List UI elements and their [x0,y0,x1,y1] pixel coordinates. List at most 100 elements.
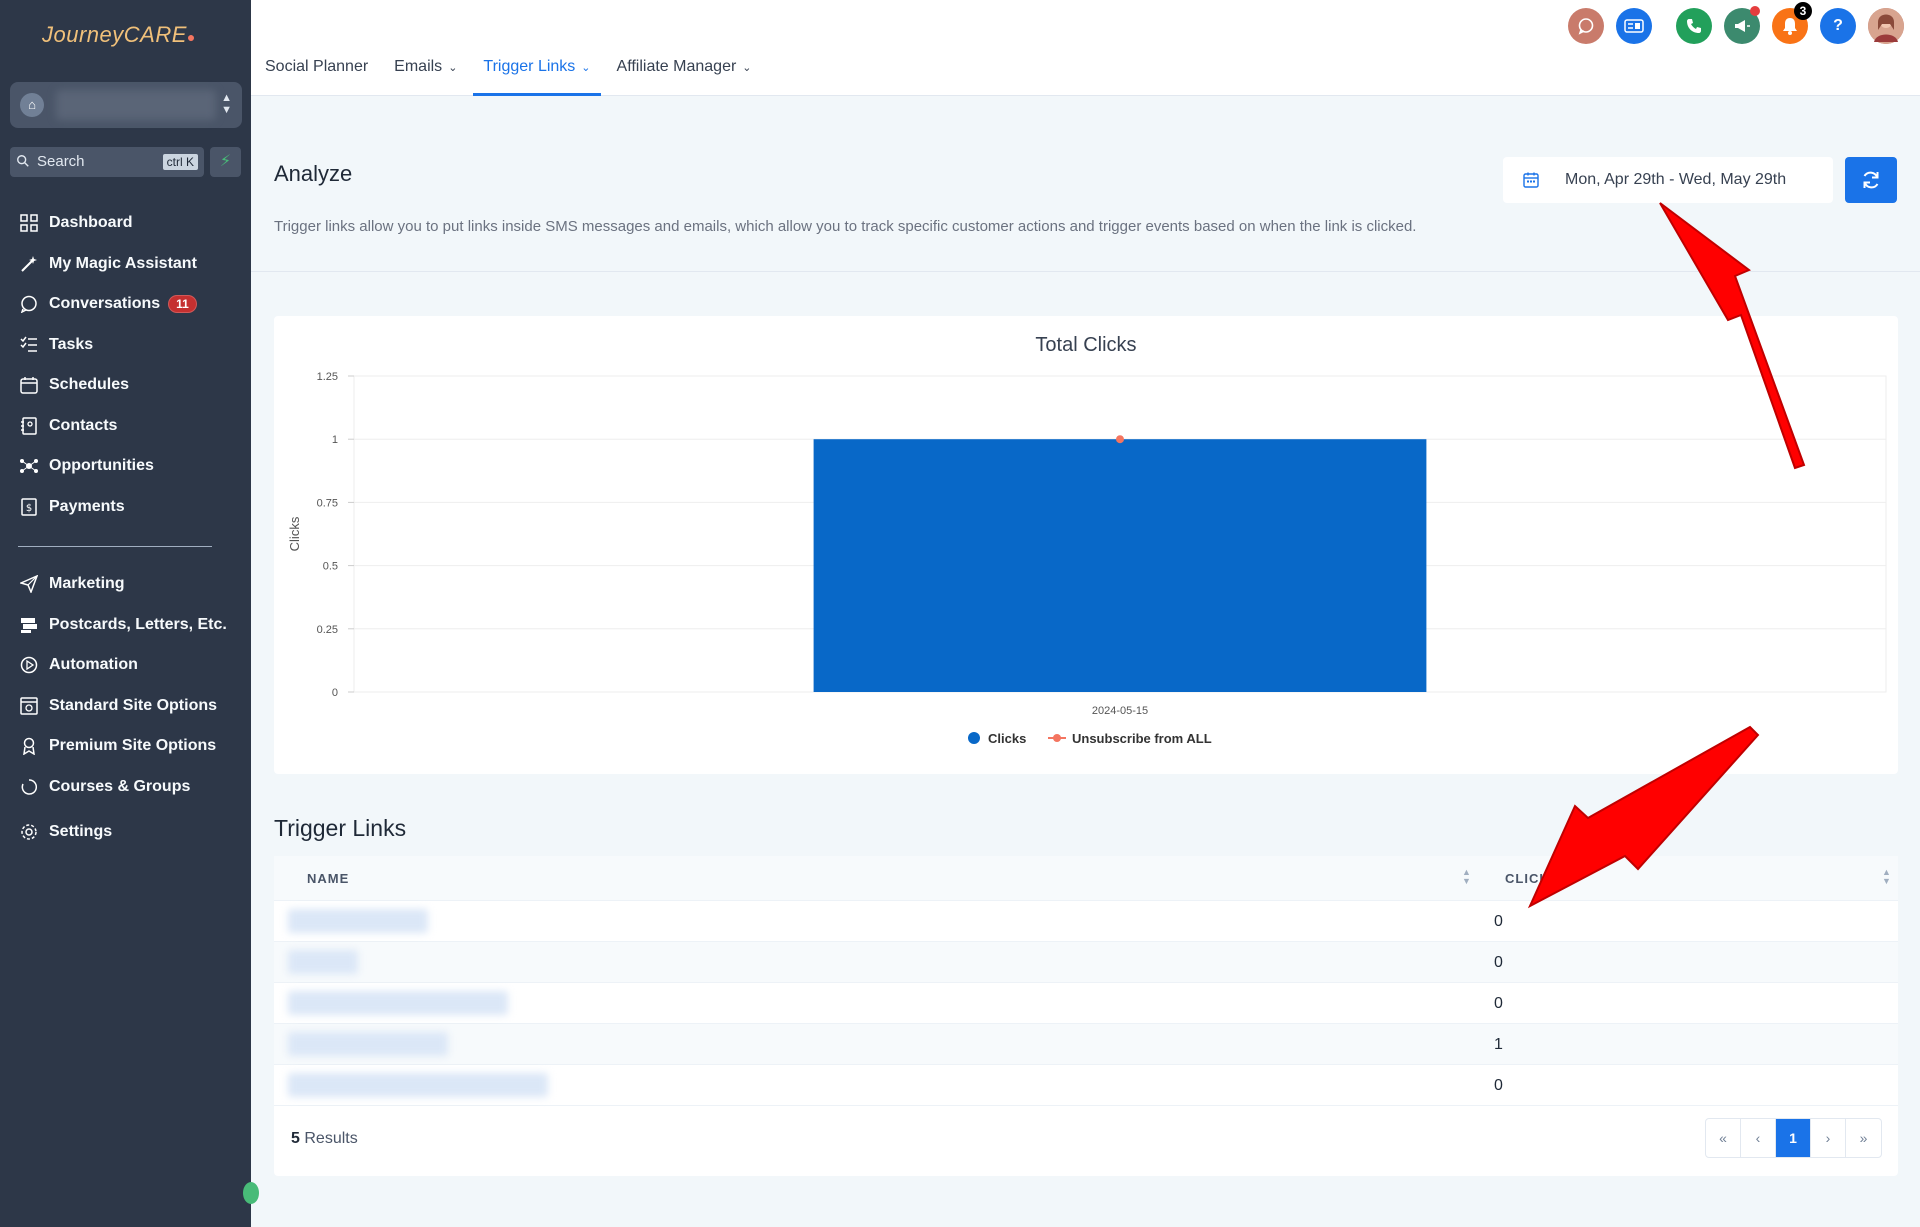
premium-icon [18,735,40,757]
table-row[interactable]: 0 [274,942,1898,983]
legend-marker-clicks [968,732,980,744]
date-range-picker[interactable]: Mon, Apr 29th - Wed, May 29th [1503,157,1833,203]
next-page-button[interactable]: › [1811,1119,1846,1157]
column-header-clicks[interactable]: CLICKS [1505,871,1559,886]
avatar[interactable] [1868,8,1904,44]
megaphone-alert-dot [1750,6,1760,16]
last-page-button[interactable]: » [1846,1119,1881,1157]
link-name-redacted[interactable] [288,950,358,974]
phone-icon[interactable] [1676,8,1712,44]
calendar-icon [18,374,40,396]
payments-icon: $ [18,496,40,518]
chat-bubble-icon[interactable] [1568,8,1604,44]
point-unsubscribe [1116,435,1124,444]
chevron-down-icon: ⌄ [581,62,591,74]
total-clicks-chart: Total Clicks 0 0.25 0.5 0.75 1 1.25 Clicks 2024… [274,316,1898,774]
link-name-redacted[interactable] [288,909,428,933]
bell-icon[interactable]: 3 [1772,2,1812,44]
search-input[interactable]: Search ctrl K [10,147,204,177]
y-tick-label: 0 [332,687,338,699]
search-placeholder: Search [37,153,85,170]
automation-icon [18,654,40,676]
refresh-button[interactable] [1845,157,1897,203]
y-tick-label: 1 [332,434,338,446]
table-row[interactable]: 0 [274,901,1898,942]
sidebar-item-payments[interactable]: $ Payments [18,492,243,522]
y-axis-label: Clicks [287,516,302,551]
site-icon [18,695,40,717]
column-header-name[interactable]: NAME [307,871,349,886]
sidebar-item-courses[interactable]: Courses & Groups [18,772,243,802]
clicks-value: 0 [1494,995,1503,1012]
tab-social-planner[interactable]: Social Planner [265,58,368,96]
clicks-value: 0 [1494,913,1503,930]
sidebar-item-contacts[interactable]: Contacts [18,411,243,441]
svg-text:$: $ [26,503,32,514]
quick-action-bolt-icon[interactable]: ⚡ [210,147,241,177]
x-tick-label: 2024-05-15 [1092,705,1148,717]
tasks-icon [18,334,40,356]
sidebar-item-postcards[interactable]: Postcards, Letters, Etc. [18,610,243,640]
clicks-value: 1 [1494,1036,1503,1053]
table-row[interactable]: 0 [274,1065,1898,1106]
chevron-down-icon: ⌄ [448,62,458,74]
sidebar-item-standard-site[interactable]: Standard Site Options [18,691,243,721]
date-range-text: Mon, Apr 29th - Wed, May 29th [1565,171,1787,188]
trigger-links-table: NAME ▲ ▼ CLICKS ▲ ▼ 0 0 0 1 0 5 Results « … [274,856,1898,1176]
sidebar-item-automation[interactable]: Automation [18,650,243,680]
sort-icon[interactable]: ▲ ▼ [1462,868,1471,886]
magic-wand-icon [18,253,40,275]
legend-label-clicks: Clicks [988,731,1026,746]
sidebar-item-conversations[interactable]: Conversations 11 [18,289,243,319]
courses-icon [18,776,40,798]
location-icon: ⌂ [20,93,44,117]
sidebar-item-settings[interactable]: Settings [18,817,243,847]
pagination: « ‹ 1 › » [1705,1118,1882,1158]
sort-icon[interactable]: ▲ ▼ [1882,868,1891,886]
chart-canvas: 0 0.25 0.5 0.75 1 1.25 Clicks 2024-05-15 Clicks U… [287,371,1887,746]
table-row[interactable]: 1 [274,1024,1898,1065]
tab-emails[interactable]: Emails ⌄ [394,58,457,96]
table-row[interactable]: 0 [274,983,1898,1024]
sidebar-item-premium-site[interactable]: Premium Site Options [18,731,243,761]
sidebar-item-schedules[interactable]: Schedules [18,370,243,400]
first-page-button[interactable]: « [1706,1119,1741,1157]
link-name-redacted[interactable] [288,1073,548,1097]
analyze-description: Trigger links allow you to put links ins… [274,218,1417,235]
help-icon[interactable]: ? [1820,8,1856,44]
mail-icon [18,614,40,636]
id-card-icon[interactable] [1616,8,1652,44]
opportunities-icon [18,455,40,477]
page-1-button[interactable]: 1 [1776,1119,1811,1157]
chat-icon [18,293,40,315]
conversations-badge: 11 [168,295,197,313]
tab-trigger-links[interactable]: Trigger Links ⌄ [473,58,601,96]
sidebar-item-marketing[interactable]: Marketing [18,569,243,599]
tab-affiliate-manager[interactable]: Affiliate Manager ⌄ [617,58,752,96]
legend-label-unsubscribe: Unsubscribe from ALL [1072,731,1212,746]
send-icon [18,573,40,595]
link-name-redacted[interactable] [288,1032,448,1056]
question-mark: ? [1833,17,1843,34]
search-icon [17,155,29,167]
y-tick-label: 1.25 [317,371,338,383]
calendar-icon [1523,172,1539,188]
analyze-header: Analyze Trigger links allow you to put l… [251,97,1920,272]
sidebar-item-magic-assistant[interactable]: My Magic Assistant [18,249,243,279]
dashboard-icon [18,212,40,234]
sidebar-item-tasks[interactable]: Tasks [18,330,243,360]
chat-widget-icon[interactable] [243,1182,259,1204]
megaphone-icon[interactable] [1724,6,1760,44]
account-switcher[interactable]: ⌂ ▲ ▼ [10,82,242,128]
sidebar-item-opportunities[interactable]: Opportunities [18,451,243,481]
prev-page-button[interactable]: ‹ [1741,1119,1776,1157]
analyze-title: Analyze [274,161,353,186]
sidebar-divider [18,546,212,547]
gear-icon [18,821,40,843]
contacts-icon [18,415,40,437]
chevron-down-icon: ⌄ [742,62,752,74]
link-name-redacted[interactable] [288,991,508,1015]
bar-clicks [813,439,1427,692]
sidebar-item-dashboard[interactable]: Dashboard [18,208,243,238]
logo[interactable]: JourneyCARE● [42,22,196,48]
